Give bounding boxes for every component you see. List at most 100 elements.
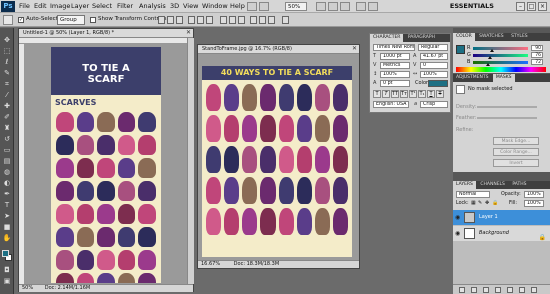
font-family-select[interactable]: Times New Roman [373, 44, 415, 51]
doc2-close-icon[interactable]: ✕ [352, 45, 357, 53]
tracking-field[interactable]: 0 [420, 62, 448, 69]
faux-italic-button[interactable]: T [382, 90, 390, 98]
doc2-canvas[interactable]: 40 WAYS TO TIE A SCARF [202, 66, 352, 257]
fill-field[interactable]: 100% [524, 200, 544, 207]
invert-button[interactable]: Invert [493, 159, 539, 167]
channel-ramp[interactable] [473, 54, 528, 57]
healing-brush-tool-icon[interactable]: ✚ [2, 102, 12, 111]
foreground-color-swatch[interactable] [2, 250, 9, 257]
font-style-select[interactable]: Regular [418, 44, 448, 51]
tab-paragraph[interactable]: PARAGRAPH [405, 34, 438, 42]
opacity-field[interactable]: 100% [524, 191, 544, 198]
align-bottom-icon[interactable] [176, 16, 183, 24]
faux-bold-button[interactable]: T [373, 90, 381, 98]
shape-tool-icon[interactable]: ■ [2, 223, 12, 232]
tab-adjustments[interactable]: ADJUSTMENTS [453, 74, 491, 82]
distribute-right-icon[interactable] [268, 16, 275, 24]
layer-row[interactable]: ◉ Background 🔒 [453, 226, 550, 241]
dodge-tool-icon[interactable]: ◐ [2, 179, 12, 188]
blur-tool-icon[interactable]: ◍ [2, 168, 12, 177]
minimize-icon[interactable]: – [516, 2, 525, 11]
channel-ramp[interactable] [473, 61, 528, 64]
new-group-icon[interactable] [507, 287, 513, 293]
arrange-documents-icon[interactable] [356, 2, 366, 11]
quick-selection-tool-icon[interactable]: ✎ [2, 69, 12, 78]
leading-field[interactable]: 41.67 pt [420, 53, 448, 60]
mask-edge-button[interactable]: Mask Edge... [493, 137, 539, 145]
text-color-swatch[interactable] [428, 80, 448, 87]
doc1-close-icon[interactable]: ✕ [186, 29, 191, 37]
add-mask-icon[interactable] [483, 287, 489, 293]
menu-select[interactable]: Select [92, 2, 112, 10]
tab-paths[interactable]: PATHS [509, 181, 529, 189]
new-layer-icon[interactable] [519, 287, 525, 293]
auto-select-dropdown[interactable]: Group [57, 15, 85, 25]
lock-transparency-icon[interactable]: ▦ [471, 200, 476, 206]
strikethrough-button[interactable]: T [436, 90, 444, 98]
menu-edit[interactable]: Edit [34, 2, 47, 10]
launch-minibridge-icon[interactable] [259, 2, 269, 11]
vertical-scale-field[interactable]: 100% [380, 71, 410, 78]
underline-button[interactable]: T [427, 90, 435, 98]
align-top-icon[interactable] [158, 16, 165, 24]
clone-stamp-tool-icon[interactable]: ♜ [2, 124, 12, 133]
screen-mode-icon[interactable] [368, 2, 378, 11]
workspace-switcher[interactable]: ESSENTIALS [450, 2, 494, 10]
superscript-button[interactable]: T¹ [409, 90, 417, 98]
menu-image[interactable]: Image [50, 2, 70, 10]
distribute-vcenter-icon[interactable] [229, 16, 236, 24]
tab-channels[interactable]: CHANNELS [477, 181, 508, 189]
document-window-standtoframe[interactable]: StandToFrame.jpg @ 16.7% (RGB/8) ✕ 40 WA… [197, 44, 360, 269]
history-brush-tool-icon[interactable]: ↺ [2, 135, 12, 144]
doc1-vertical-scrollbar[interactable] [187, 38, 194, 284]
hand-tool-icon[interactable]: ✋ [2, 234, 12, 243]
move-tool-icon[interactable]: ✥ [2, 36, 12, 45]
menu-3d[interactable]: 3D [170, 2, 179, 10]
menu-view[interactable]: View [183, 2, 198, 10]
menu-file[interactable]: File [19, 2, 30, 10]
visibility-eye-icon[interactable]: ◉ [455, 230, 462, 237]
baseline-shift-field[interactable]: 0 pt [380, 80, 410, 87]
path-selection-tool-icon[interactable]: ➤ [2, 212, 12, 221]
transform-controls-checkbox[interactable] [90, 17, 96, 23]
zoom-tool-icon[interactable] [328, 2, 338, 11]
document-window-untitled[interactable]: Untitled-1 @ 50% (Layer 1, RGB/8) * ✕ TO… [18, 28, 194, 292]
distribute-bottom-icon[interactable] [238, 16, 245, 24]
tab-styles[interactable]: STYLES [508, 33, 531, 41]
menu-help[interactable]: Help [230, 2, 245, 10]
align-right-icon[interactable] [206, 16, 213, 24]
feather-slider[interactable] [477, 117, 537, 119]
rotate-view-icon[interactable] [340, 2, 350, 11]
channel-value-field[interactable]: 72 [531, 59, 543, 65]
auto-select-checkbox[interactable]: ✓ [18, 17, 24, 23]
lock-position-icon[interactable]: ✥ [485, 200, 489, 206]
menu-window[interactable]: Window [202, 2, 228, 10]
layer-row[interactable]: ◉ Layer 1 [453, 210, 550, 225]
lasso-tool-icon[interactable]: ℓ [2, 58, 12, 67]
blend-mode-select[interactable]: Normal [456, 191, 490, 198]
link-layers-icon[interactable] [459, 287, 465, 293]
maximize-icon[interactable]: □ [527, 2, 536, 11]
align-left-icon[interactable] [188, 16, 195, 24]
delete-layer-icon[interactable] [531, 287, 537, 293]
horizontal-scale-field[interactable]: 100% [420, 71, 448, 78]
lock-all-icon[interactable]: 🔒 [492, 200, 498, 206]
doc2-zoom[interactable]: 16.67% [201, 261, 220, 267]
pen-tool-icon[interactable]: ✒ [2, 190, 12, 199]
layer-style-icon[interactable] [471, 287, 477, 293]
menu-layer[interactable]: Layer [71, 2, 89, 10]
doc1-canvas[interactable]: TO TIE A SCARF SCARVES [51, 47, 161, 283]
distribute-left-icon[interactable] [250, 16, 257, 24]
close-icon[interactable]: × [538, 2, 547, 11]
doc1-zoom[interactable]: 50% [22, 285, 33, 291]
channel-value-field[interactable]: 90 [531, 45, 543, 51]
hand-tool-icon[interactable] [316, 2, 326, 11]
subscript-button[interactable]: T₁ [418, 90, 426, 98]
language-select[interactable]: English: USA [373, 101, 409, 108]
screen-mode-icon[interactable]: ▣ [2, 277, 12, 286]
tab-layers[interactable]: LAYERS [453, 181, 476, 189]
foreground-color-preview[interactable] [456, 45, 465, 54]
color-spectrum-ramp[interactable] [456, 67, 546, 72]
channel-ramp[interactable] [473, 47, 528, 50]
zoom-level-select[interactable]: 50% [285, 2, 307, 11]
